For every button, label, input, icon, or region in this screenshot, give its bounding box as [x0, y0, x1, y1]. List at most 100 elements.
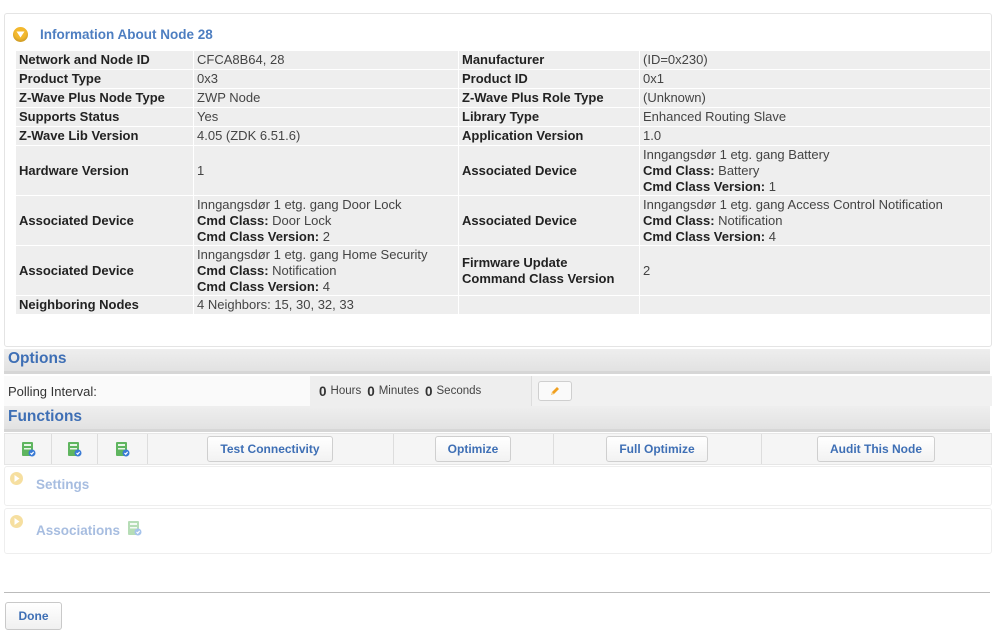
- device-name: Inngangsdør 1 etg. gang Door Lock: [197, 196, 402, 212]
- info-key: Associated Device: [458, 195, 640, 246]
- table-row: Associated Device Inngangsdør 1 etg. gan…: [15, 195, 991, 246]
- info-key: Neighboring Nodes: [15, 295, 194, 315]
- info-value: Enhanced Routing Slave: [639, 107, 991, 127]
- info-key: Associated Device: [458, 145, 640, 196]
- seconds-unit: Seconds: [436, 385, 482, 397]
- cmd-class-value: Battery: [718, 162, 760, 178]
- minutes-value: 0: [367, 383, 375, 399]
- cmd-class-version-value: 4: [322, 278, 330, 294]
- info-key: Associated Device: [15, 195, 194, 246]
- cmd-class-value: Door Lock: [272, 212, 332, 228]
- node-edit-icon[interactable]: [126, 520, 142, 536]
- done-button[interactable]: Done: [5, 602, 62, 630]
- empty-cell: [458, 295, 640, 315]
- function-button-cell: Audit This Node: [761, 434, 991, 464]
- test-connectivity-button[interactable]: Test Connectivity: [207, 436, 333, 462]
- node-refresh-icon[interactable]: [66, 441, 82, 457]
- device-name: Inngangsdør 1 etg. gang Battery: [643, 146, 830, 162]
- seconds-value: 0: [425, 383, 433, 399]
- firmware-label-line1: Firmware Update: [462, 254, 568, 270]
- info-key: Z-Wave Lib Version: [15, 126, 194, 146]
- polling-interval-row: Polling Interval: 0 Hours 0 Minutes 0 Se…: [4, 376, 992, 407]
- info-key: Firmware Update Command Class Version: [458, 245, 640, 296]
- associations-header[interactable]: Associations: [10, 513, 142, 538]
- hours-value: 0: [319, 383, 327, 399]
- footer-divider: [4, 592, 990, 593]
- info-key: Library Type: [458, 107, 640, 127]
- info-key: Associated Device: [15, 245, 194, 296]
- table-row: Z-Wave Plus Node Type ZWP Node Z-Wave Pl…: [15, 88, 991, 108]
- cmd-class-value: Notification: [272, 262, 337, 278]
- settings-section: Settings: [4, 466, 992, 506]
- info-value: 4 Neighbors: 15, 30, 32, 33: [193, 295, 459, 315]
- associations-section: Associations: [4, 508, 992, 554]
- function-icon-cell: [5, 434, 52, 464]
- node-info-table: Network and Node ID CFCA8B64, 28 Manufac…: [15, 50, 991, 315]
- cmd-class-version-value: 1: [768, 178, 776, 194]
- info-value: CFCA8B64, 28: [193, 50, 459, 70]
- info-value: (Unknown): [639, 88, 991, 108]
- empty-cell: [639, 295, 991, 315]
- info-value: 4.05 (ZDK 6.51.6): [193, 126, 459, 146]
- table-row: Associated Device Inngangsdør 1 etg. gan…: [15, 245, 991, 296]
- functions-toolbar: Test Connectivity Optimize Full Optimize…: [4, 433, 992, 465]
- info-value: 0x3: [193, 69, 459, 89]
- info-value: 0x1: [639, 69, 991, 89]
- device-name: Inngangsdør 1 etg. gang Home Security: [197, 246, 428, 262]
- info-key: Product ID: [458, 69, 640, 89]
- table-row: Hardware Version 1 Associated Device Inn…: [15, 145, 991, 196]
- settings-title: Settings: [36, 477, 90, 492]
- info-key: Manufacturer: [458, 50, 640, 70]
- table-row: Supports Status Yes Library Type Enhance…: [15, 107, 991, 127]
- function-icon-cell: [97, 434, 148, 464]
- info-value: 1: [193, 145, 459, 196]
- optimize-button[interactable]: Optimize: [434, 436, 512, 462]
- cmd-class-label: Cmd Class:: [197, 262, 269, 278]
- function-button-cell: Test Connectivity: [147, 434, 394, 464]
- function-button-cell: Optimize: [393, 434, 554, 464]
- table-row: Network and Node ID CFCA8B64, 28 Manufac…: [15, 50, 991, 70]
- info-value: 2: [639, 245, 991, 296]
- options-title: Options: [8, 350, 67, 367]
- cmd-class-label: Cmd Class:: [643, 162, 715, 178]
- cmd-class-version-label: Cmd Class Version:: [197, 278, 320, 294]
- function-button-cell: Full Optimize: [553, 434, 762, 464]
- settings-header[interactable]: Settings: [10, 471, 89, 492]
- info-value: ZWP Node: [193, 88, 459, 108]
- cmd-class-value: Notification: [718, 212, 783, 228]
- audit-node-button[interactable]: Audit This Node: [817, 436, 935, 462]
- panel-title: Information About Node 28: [40, 26, 213, 42]
- cmd-class-version-label: Cmd Class Version:: [643, 228, 766, 244]
- full-optimize-button[interactable]: Full Optimize: [606, 436, 708, 462]
- info-key: Z-Wave Plus Node Type: [15, 88, 194, 108]
- info-value: (ID=0x230): [639, 50, 991, 70]
- cmd-class-label: Cmd Class:: [643, 212, 715, 228]
- options-section-header: Options: [4, 349, 990, 374]
- associated-device-home-security: Inngangsdør 1 etg. gang Home Security Cm…: [193, 245, 459, 296]
- expand-toggle-icon[interactable]: [13, 26, 28, 42]
- associated-device-access-control: Inngangsdør 1 etg. gang Access Control N…: [639, 195, 991, 246]
- info-value: Yes: [193, 107, 459, 127]
- edit-polling-button[interactable]: [538, 381, 572, 401]
- functions-section-header: Functions: [4, 407, 990, 432]
- expand-icon[interactable]: [10, 514, 23, 528]
- table-row: Product Type 0x3 Product ID 0x1: [15, 69, 991, 89]
- table-row: Neighboring Nodes 4 Neighbors: 15, 30, 3…: [15, 295, 991, 315]
- cmd-class-version-label: Cmd Class Version:: [643, 178, 766, 194]
- polling-interval-value: 0 Hours 0 Minutes 0 Seconds: [310, 376, 532, 406]
- expand-icon[interactable]: [10, 472, 23, 485]
- pencil-icon: [551, 387, 559, 395]
- info-key: Hardware Version: [15, 145, 194, 196]
- node-config-icon[interactable]: [114, 441, 130, 457]
- info-key: Network and Node ID: [15, 50, 194, 70]
- node-info-header[interactable]: Information About Node 28: [13, 23, 213, 45]
- node-edit-icon[interactable]: [20, 441, 36, 457]
- info-key: Product Type: [15, 69, 194, 89]
- associated-device-battery: Inngangsdør 1 etg. gang Battery Cmd Clas…: [639, 145, 991, 196]
- info-key: Application Version: [458, 126, 640, 146]
- associations-title: Associations: [36, 522, 121, 538]
- associated-device-door-lock: Inngangsdør 1 etg. gang Door Lock Cmd Cl…: [193, 195, 459, 246]
- table-row: Z-Wave Lib Version 4.05 (ZDK 6.51.6) App…: [15, 126, 991, 146]
- cmd-class-version-value: 2: [322, 228, 330, 244]
- minutes-unit: Minutes: [378, 385, 419, 397]
